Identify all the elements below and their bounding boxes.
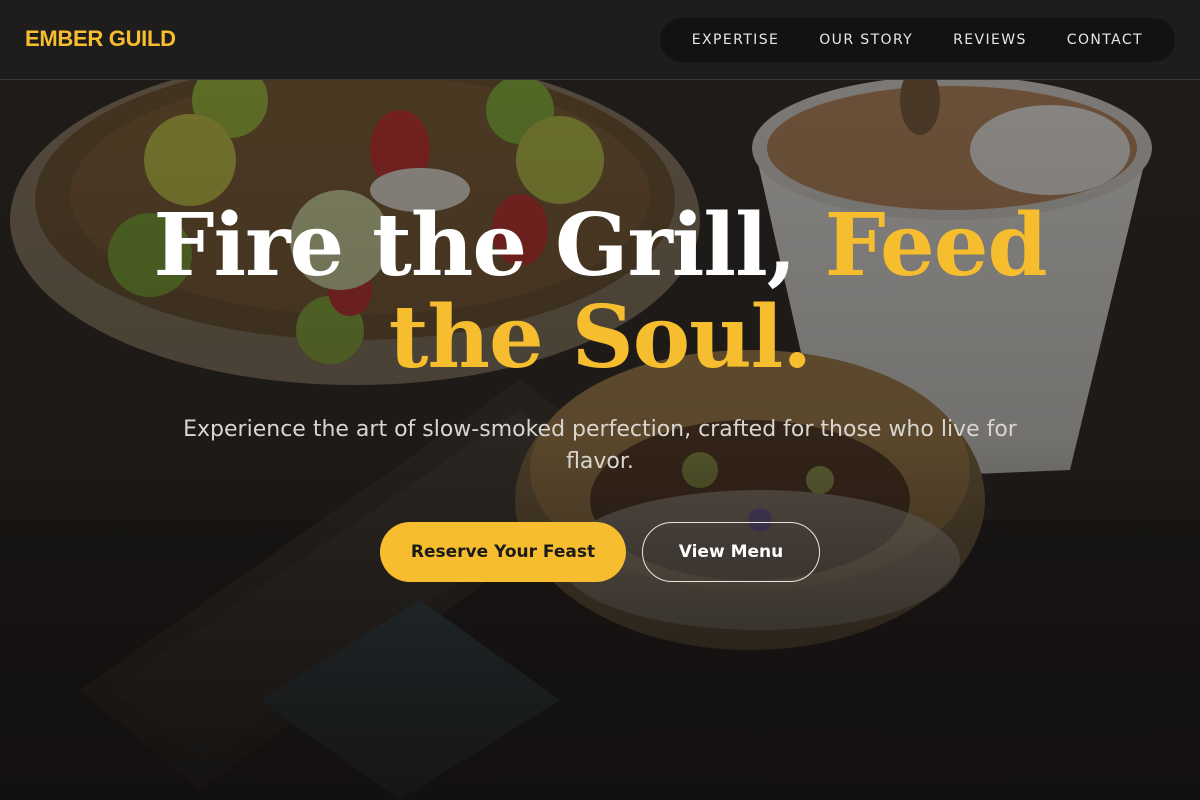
hero-subtitle: Experience the art of slow-smoked perfec… — [183, 417, 1017, 474]
main-nav: EXPERTISE OUR STORY REVIEWS CONTACT — [659, 18, 1175, 62]
page: EMBER GUILD EXPERTISE OUR STORY REVIEWS … — [0, 0, 1200, 800]
brand-logo[interactable]: EMBER GUILD — [25, 26, 176, 52]
reserve-feast-button[interactable]: Reserve Your Feast — [380, 522, 626, 582]
hero-headline: Fire the Grill, Feed the Soul. — [150, 200, 1050, 384]
view-menu-button[interactable]: View Menu — [642, 522, 820, 582]
cta-group: Reserve Your Feast View Menu — [0, 522, 1200, 582]
nav-item-our-story[interactable]: OUR STORY — [819, 32, 913, 48]
headline-main: Fire the Grill, — [153, 195, 825, 296]
site-header: EMBER GUILD EXPERTISE OUR STORY REVIEWS … — [0, 0, 1200, 80]
hero-section: Fire the Grill, Feed the Soul. Experienc… — [0, 200, 1200, 582]
nav-item-expertise[interactable]: EXPERTISE — [692, 32, 779, 48]
nav-item-reviews[interactable]: REVIEWS — [953, 32, 1027, 48]
nav-item-contact[interactable]: CONTACT — [1067, 32, 1143, 48]
